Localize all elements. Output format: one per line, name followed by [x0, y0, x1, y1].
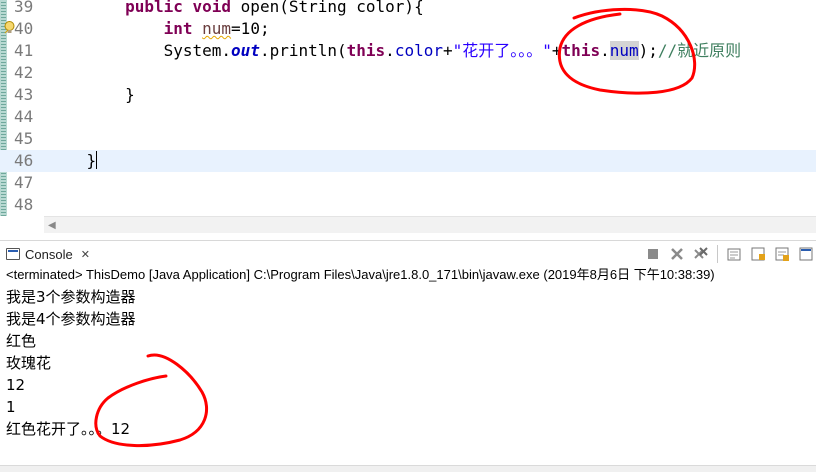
word-wrap-icon[interactable] [772, 244, 792, 264]
code-line-40[interactable]: 40 int num=10; [0, 18, 816, 40]
code-text: public void open(String color){ [48, 0, 424, 18]
remove-launch-icon[interactable] [667, 244, 687, 264]
code-line-42[interactable]: 42 [0, 62, 816, 84]
keyword-this: this [561, 41, 601, 60]
keyword-this: this [346, 41, 386, 60]
console-toolbar [643, 244, 816, 264]
field-color: color [394, 41, 443, 60]
close-icon[interactable]: ✕ [81, 248, 90, 261]
line-number: 40 [14, 19, 34, 38]
system-ref: System. [163, 41, 232, 60]
output-line: 我是4个参数构造器 [6, 310, 136, 328]
toolbar-separator [717, 245, 718, 263]
launch-status: <terminated> ThisDemo [Java Application]… [6, 267, 715, 282]
code-line-48[interactable]: 48 [0, 194, 816, 216]
keyword-int: int [163, 19, 193, 38]
scroll-lock-icon[interactable] [748, 244, 768, 264]
output-line: 红色 [6, 332, 37, 350]
code-line-43[interactable]: 43 } [0, 84, 816, 106]
call-end: ); [638, 41, 658, 60]
method-signature: open(String color){ [240, 0, 424, 16]
keyword-public: public [125, 0, 183, 16]
clear-console-icon[interactable] [724, 244, 744, 264]
terminate-icon[interactable] [643, 244, 663, 264]
code-line-47[interactable]: 47 [0, 172, 816, 194]
show-console-icon[interactable] [796, 244, 816, 264]
console-icon [6, 248, 20, 260]
string-literal: "花开了。。。" [452, 41, 552, 60]
scroll-left-icon[interactable]: ◀ [48, 220, 56, 231]
console-output[interactable]: 我是3个参数构造器 我是4个参数构造器 红色 玫瑰花 12 1 红色花开了。。。… [6, 286, 136, 440]
plus: + [442, 41, 453, 60]
output-line: 1 [6, 398, 16, 416]
code-line-45[interactable]: 45 [0, 128, 816, 150]
remove-all-terminated-icon[interactable] [691, 244, 711, 264]
line-number: 39 [14, 0, 34, 16]
plus: + [551, 41, 562, 60]
line-number: 43 [14, 85, 34, 104]
dot: . [600, 41, 610, 60]
keyword-void: void [192, 0, 232, 16]
closing-brace: } [125, 85, 135, 104]
tab-label: Console [25, 246, 73, 262]
code-line-41[interactable]: 41 System.out.println(this.color+"花开了。。。… [0, 40, 816, 62]
output-line: 我是3个参数构造器 [6, 288, 136, 306]
code-text: } [48, 84, 135, 106]
line-number: 44 [14, 107, 34, 126]
line-number: 48 [14, 195, 34, 214]
line-number: 41 [14, 41, 34, 60]
console-view-tabbar: Console ✕ [0, 240, 816, 267]
horizontal-scrollbar[interactable]: ◀ [44, 216, 816, 233]
out-field: out [231, 41, 260, 60]
field-num: num [609, 41, 639, 60]
comment: //就近原则 [657, 41, 742, 60]
line-number: 45 [14, 129, 34, 148]
output-line: 红色花开了。。。12 [6, 420, 131, 438]
code-text: } [48, 150, 98, 172]
code-line-46[interactable]: 46 } [0, 150, 816, 172]
dot: . [385, 41, 395, 60]
output-line: 玫瑰花 [6, 354, 52, 372]
code-editor[interactable]: 39 public void open(String color){ 40 in… [0, 0, 816, 236]
println-call: .println( [259, 41, 347, 60]
line-number: 42 [14, 63, 34, 82]
code-line-39[interactable]: 39 public void open(String color){ [0, 0, 816, 18]
line-number: 46 [14, 151, 34, 170]
tab-console[interactable]: Console ✕ [0, 241, 90, 267]
code-text: int num=10; [48, 18, 270, 40]
closing-brace: } [86, 151, 97, 170]
assignment: =10; [231, 19, 270, 38]
line-number: 47 [14, 173, 34, 192]
code-text: System.out.println(this.color+"花开了。。。"+t… [48, 40, 741, 62]
text-caret [96, 151, 98, 169]
local-variable-num: num [202, 19, 232, 38]
output-line: 12 [6, 376, 26, 394]
code-line-44[interactable]: 44 [0, 106, 816, 128]
